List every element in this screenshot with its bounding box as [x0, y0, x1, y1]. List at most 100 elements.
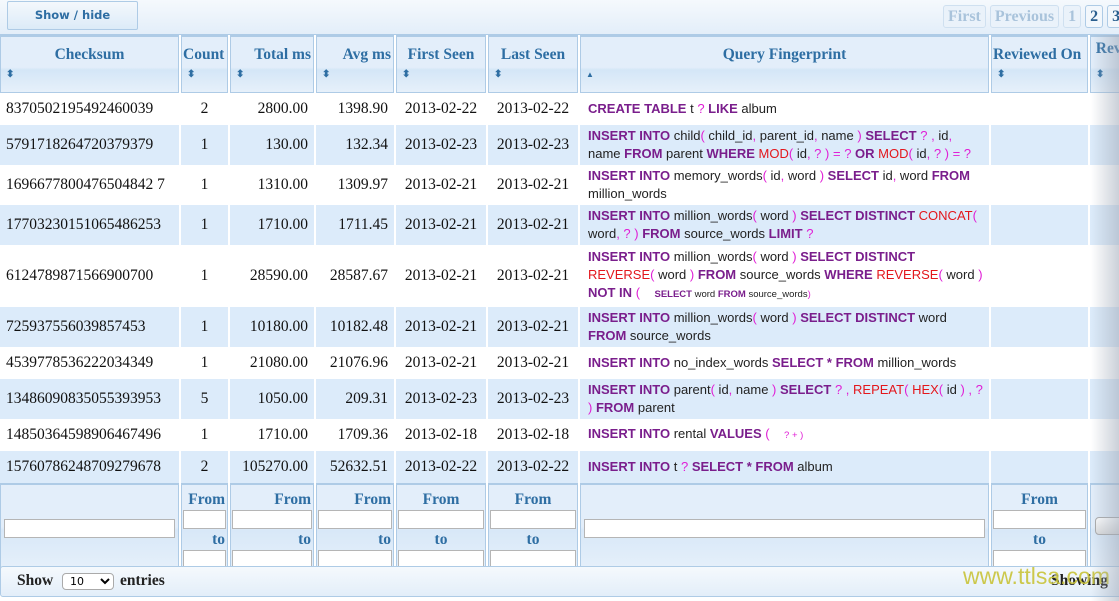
checksum-cell: 15760786248709279678 — [0, 451, 179, 483]
checksum-cell: 6124789871566900700 — [0, 245, 179, 307]
sort-both-icon[interactable]: ⬍ — [402, 70, 410, 80]
entries-label: entries — [120, 572, 165, 589]
reviewed-by-filter-button[interactable] — [1095, 517, 1119, 535]
checksum-cell: 725937556039857453 — [0, 307, 179, 347]
sql-keyword: FROM — [642, 226, 681, 241]
last-seen-cell: 2013-02-22 — [488, 93, 578, 125]
sql-keyword: INSERT INTO — [588, 459, 671, 474]
sql-identifier: no_index_words — [670, 355, 773, 370]
filter-cell-total-ms: From to — [230, 483, 314, 573]
sort-both-icon[interactable]: ⬍ — [6, 70, 14, 80]
count-cell: 1 — [181, 347, 228, 379]
table-row[interactable]: 6124789871566900700 1 28590.00 28587.67 2013… — [0, 245, 1119, 307]
page-size-select[interactable]: 10 — [62, 573, 114, 590]
table-row[interactable]: 13486090835055393953 5 1050.00 209.31 2013-0… — [0, 379, 1119, 419]
table-toolbar: Show / hide columns First Previous 1 2 3 — [0, 0, 1119, 49]
sql-keyword: VALUES — [709, 426, 762, 441]
from-label: From — [514, 491, 552, 508]
show-label: Show — [17, 572, 54, 589]
last-seen-from-input[interactable] — [490, 510, 576, 529]
checksum-filter-input[interactable] — [4, 519, 175, 538]
last-seen-cell: 2013-02-18 — [488, 419, 578, 451]
column-header-count[interactable]: Count ⬍ — [181, 35, 228, 93]
page-2-button[interactable]: 2 — [1085, 5, 1104, 28]
sql-identifier: rental — [670, 426, 710, 441]
count-cell: 5 — [181, 379, 228, 419]
table-row[interactable]: 17703230151065486253 1 1710.00 1711.45 2013-… — [0, 205, 1119, 245]
sql-identifier: id — [878, 168, 893, 183]
total-ms-from-input[interactable] — [232, 510, 312, 529]
sql-keyword: SELECT DISTINCT — [800, 249, 916, 264]
first-seen-from-input[interactable] — [398, 510, 484, 529]
sql-function: REVERSE — [588, 267, 651, 282]
sql-identifier — [983, 267, 987, 282]
sql-keyword: LIKE — [708, 101, 738, 116]
sql-punctuation: = ? — [832, 146, 852, 161]
sql-keyword: CREATE TABLE — [588, 101, 687, 116]
sort-both-icon[interactable]: ⬍ — [494, 70, 502, 80]
sort-both-icon[interactable]: ⬍ — [322, 70, 330, 80]
page-1-button[interactable]: 1 — [1063, 5, 1082, 28]
checksum-cell: 17703230151065486253 — [0, 205, 179, 245]
previous-page-button[interactable]: Previous — [989, 5, 1060, 28]
to-label: to — [526, 531, 540, 548]
sort-both-icon[interactable]: ⬍ — [236, 70, 244, 80]
avg-ms-from-input[interactable] — [318, 510, 392, 529]
total-ms-cell: 2800.00 — [230, 93, 314, 125]
query-fingerprint-cell: INSERT INTO no_index_words SELECT * FROM… — [580, 347, 989, 379]
sql-function: REVERSE — [876, 267, 939, 282]
column-header-avg-ms[interactable]: Avg ms ⬍ — [316, 35, 394, 93]
to-label: to — [298, 531, 311, 548]
sql-identifier: id — [714, 382, 729, 397]
column-header-query-fingerprint[interactable]: Query Fingerprint ▲ — [580, 35, 989, 93]
sql-identifier: source_words — [626, 328, 711, 343]
sql-keyword: SELECT — [654, 289, 692, 300]
table-row[interactable]: 14850364598906467496 1 1710.00 1709.36 2013-… — [0, 419, 1119, 451]
table-row[interactable]: 15760786248709279678 2 105270.00 52632.51 20… — [0, 451, 1119, 483]
column-header-last-seen[interactable]: Last Seen ⬍ — [488, 35, 578, 93]
show-hide-columns-button[interactable]: Show / hide columns — [7, 1, 138, 49]
table-row[interactable]: 725937556039857453 1 10180.00 10182.48 2013-… — [0, 307, 1119, 347]
reviewed-on-cell — [991, 205, 1088, 245]
table-row[interactable]: 5791718264720379379 1 130.00 132.34 2013-02-… — [0, 125, 1119, 165]
sql-keyword: SELECT * FROM — [772, 355, 874, 370]
table-row[interactable]: 8370502195492460039 2 2800.00 1398.90 2013-0… — [0, 93, 1119, 125]
count-cell: 1 — [181, 307, 228, 347]
count-from-input[interactable] — [183, 510, 226, 529]
reviewed-by-cell — [1090, 205, 1119, 245]
sort-both-icon[interactable]: ⬍ — [1096, 70, 1104, 80]
reviewed-on-cell — [991, 451, 1088, 483]
total-ms-cell: 1710.00 — [230, 419, 314, 451]
column-header-revie-b[interactable]: Revie B ⬍ — [1090, 35, 1119, 93]
checksum-cell: 8370502195492460039 — [0, 93, 179, 125]
sql-identifier: source_words — [680, 226, 769, 241]
sql-identifier: parent — [634, 400, 675, 415]
reviewed-on-from-input[interactable] — [993, 510, 1086, 529]
checksum-cell: 5791718264720379379 — [0, 125, 179, 165]
column-header-total-ms[interactable]: Total ms ⬍ — [230, 35, 314, 93]
sql-identifier: memory_words — [670, 168, 763, 183]
column-header-checksum[interactable]: Checksum ⬍ — [0, 35, 179, 93]
sort-both-icon[interactable]: ⬍ — [997, 70, 1005, 80]
query-fingerprint-cell: INSERT INTO million_words( word ) SELECT… — [580, 307, 989, 347]
avg-ms-cell: 209.31 — [316, 379, 394, 419]
column-header-reviewed-on[interactable]: Reviewed On ⬍ — [991, 35, 1088, 93]
sql-keyword: FROM — [624, 146, 663, 161]
sort-both-icon[interactable]: ⬍ — [187, 70, 195, 80]
sort-ascending-icon[interactable]: ▲ — [586, 70, 594, 80]
sql-keyword: INSERT INTO — [588, 310, 671, 325]
reviewed-by-cell — [1090, 379, 1119, 419]
table-row[interactable]: 4539778536222034349 1 21080.00 21076.96 2013… — [0, 347, 1119, 379]
avg-ms-cell: 132.34 — [316, 125, 394, 165]
last-seen-cell: 2013-02-22 — [488, 451, 578, 483]
filter-cell-reviewed-by — [1090, 483, 1119, 573]
count-cell: 1 — [181, 245, 228, 307]
first-page-button[interactable]: First — [943, 5, 986, 28]
reviewed-by-cell — [1090, 165, 1119, 205]
table-row[interactable]: 1696677800476504842 7 1 1310.00 1309.97 2013… — [0, 165, 1119, 205]
page-3-button[interactable]: 3 — [1107, 5, 1119, 28]
pagination: First Previous 1 2 3 — [943, 5, 1119, 28]
avg-ms-cell: 28587.67 — [316, 245, 394, 307]
column-header-first-seen[interactable]: First Seen ⬍ — [396, 35, 486, 93]
query-fingerprint-filter-input[interactable] — [584, 519, 985, 538]
